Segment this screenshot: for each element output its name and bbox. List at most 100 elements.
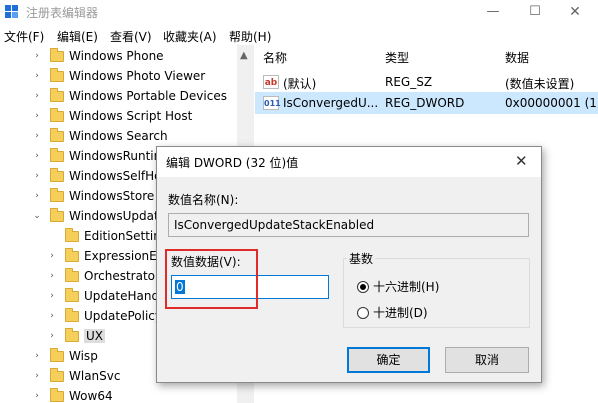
tree-item-label: Windows Search — [69, 129, 168, 143]
tree-item-label: WindowsSelfHos — [69, 169, 168, 183]
folder-icon — [65, 227, 79, 242]
menu-file[interactable]: 文件(F) — [4, 28, 44, 45]
column-header-name[interactable]: 名称 — [263, 49, 287, 69]
menu-view[interactable]: 查看(V) — [110, 28, 152, 45]
tree-item-label: Wisp — [69, 349, 98, 363]
tree-item[interactable]: › UX — [47, 326, 106, 346]
folder-icon — [50, 387, 64, 402]
column-header-data[interactable]: 数据 — [505, 49, 529, 69]
folder-icon — [50, 207, 64, 222]
menu-edit[interactable]: 编辑(E) — [57, 28, 98, 45]
tree-item[interactable]: › Windows Search — [32, 126, 168, 146]
annotation-highlight-box — [165, 249, 258, 309]
tree-item[interactable]: › UpdateHand — [47, 286, 159, 306]
tree-item-label: UpdatePolicy — [84, 309, 162, 323]
tree-item-label: WindowsUpdate — [69, 209, 167, 223]
folder-icon — [50, 107, 64, 122]
ok-button[interactable]: 确定 — [347, 347, 430, 373]
value-name-field: IsConvergedUpdateStackEnabled — [168, 213, 529, 237]
tree-item-label: ExpressionEv — [84, 249, 164, 263]
tree-item-label: WlanSvc — [69, 369, 121, 383]
tree-item-label: Windows Phone — [69, 49, 164, 63]
tree-item-label: Windows Portable Devices — [69, 89, 227, 103]
tree-item-label: Windows Script Host — [69, 109, 193, 123]
tree-item[interactable]: › Wow64 — [32, 386, 113, 403]
list-item[interactable]: 011 IsConvergedU... REG_DWORD 0x00000001… — [255, 92, 598, 114]
tree-item-label: UpdateHand — [84, 289, 160, 303]
tree-item[interactable]: › Windows Phone — [32, 46, 164, 66]
folder-icon — [50, 87, 64, 102]
radio-hexadecimal-label: 十六进制(H) — [373, 280, 440, 294]
tree-item-label: Wow64 — [69, 389, 113, 403]
folder-icon — [65, 267, 79, 282]
value-data: 0x00000001 (1) — [505, 96, 598, 110]
chevron-right-icon[interactable]: › — [47, 331, 57, 341]
folder-icon — [65, 287, 79, 302]
folder-icon — [50, 127, 64, 142]
chevron-right-icon[interactable]: › — [32, 351, 42, 361]
cancel-button[interactable]: 取消 — [445, 347, 529, 373]
chevron-right-icon[interactable]: › — [32, 71, 42, 81]
tree-item-label: WindowsStore — [69, 189, 155, 203]
tree-item[interactable]: › WindowsRuntim — [32, 146, 165, 166]
scroll-up-icon[interactable]: ▲ — [240, 50, 248, 61]
folder-icon — [65, 327, 79, 342]
chevron-right-icon[interactable]: › — [32, 391, 42, 401]
list-item[interactable]: ab (默认) REG_SZ (数值未设置) — [255, 71, 598, 93]
tree-item[interactable]: › WlanSvc — [32, 366, 120, 386]
chevron-right-icon[interactable]: › — [47, 251, 57, 261]
chevron-right-icon[interactable]: › — [47, 311, 57, 321]
folder-icon — [50, 167, 64, 182]
tree-item[interactable]: › Windows Photo Viewer — [32, 66, 205, 86]
value-data: (数值未设置) — [505, 77, 575, 91]
value-type: REG_SZ — [385, 75, 433, 89]
chevron-right-icon[interactable]: › — [32, 191, 42, 201]
folder-icon — [65, 247, 79, 262]
chevron-right-icon[interactable]: › — [32, 131, 42, 141]
chevron-right-icon[interactable]: › — [32, 111, 42, 121]
menu-help[interactable]: 帮助(H) — [229, 28, 271, 45]
folder-icon — [50, 347, 64, 362]
tree-item-label: WindowsRuntim — [69, 149, 166, 163]
folder-icon — [50, 47, 64, 62]
chevron-right-icon[interactable]: › — [32, 371, 42, 381]
tree-item[interactable]: ⌄ WindowsUpdate — [32, 206, 166, 226]
tree-item[interactable]: › Windows Portable Devices — [32, 86, 227, 106]
menu-bar: 文件(F) 编辑(E) 查看(V) 收藏夹(A) 帮助(H) — [0, 25, 598, 45]
chevron-down-icon[interactable]: ⌄ — [32, 211, 42, 221]
chevron-right-icon[interactable]: › — [32, 171, 42, 181]
chevron-right-icon[interactable]: › — [32, 51, 42, 61]
radio-hexadecimal[interactable]: 十六进制(H) — [357, 278, 439, 295]
menu-favorites[interactable]: 收藏夹(A) — [163, 28, 217, 45]
value-name: IsConvergedU... — [283, 96, 379, 110]
base-group-title: 基数 — [347, 250, 376, 267]
folder-icon — [50, 367, 64, 382]
column-header-type[interactable]: 类型 — [385, 49, 409, 69]
close-button[interactable]: ✕ — [552, 0, 598, 24]
tree-item-label: Orchestrator — [84, 269, 160, 283]
tree-item[interactable]: › UpdatePolicy — [47, 306, 162, 326]
folder-icon — [65, 307, 79, 322]
tree-item[interactable]: › Orchestrator — [47, 266, 160, 286]
chevron-right-icon[interactable]: › — [47, 291, 57, 301]
tree-item[interactable]: EditionSetting — [47, 226, 169, 246]
tree-item[interactable]: › WindowsStore — [32, 186, 154, 206]
window-title: 注册表编辑器 — [26, 6, 99, 20]
folder-icon — [50, 147, 64, 162]
minimize-button[interactable]: — — [470, 0, 516, 24]
radio-checked-icon — [357, 280, 369, 293]
radio-decimal[interactable]: 十进制(D) — [357, 304, 428, 321]
tree-item[interactable]: › ExpressionEv — [47, 246, 164, 266]
tree-item[interactable]: › Windows Script Host — [32, 106, 192, 126]
string-value-icon: ab — [263, 75, 279, 89]
dialog-title-bar: 编辑 DWORD (32 位)值 ✕ — [157, 147, 541, 177]
chevron-right-icon[interactable]: › — [32, 91, 42, 101]
tree-item[interactable]: › WindowsSelfHos — [32, 166, 168, 186]
dialog-close-icon[interactable]: ✕ — [515, 152, 528, 170]
chevron-right-icon[interactable]: › — [47, 271, 57, 281]
tree-item-label: Windows Photo Viewer — [69, 69, 206, 83]
chevron-right-icon[interactable]: › — [32, 151, 42, 161]
tree-item[interactable]: › Wisp — [32, 346, 98, 366]
title-bar: 注册表编辑器 — ☐ ✕ — [0, 0, 598, 24]
binary-value-icon: 011 — [263, 96, 281, 110]
